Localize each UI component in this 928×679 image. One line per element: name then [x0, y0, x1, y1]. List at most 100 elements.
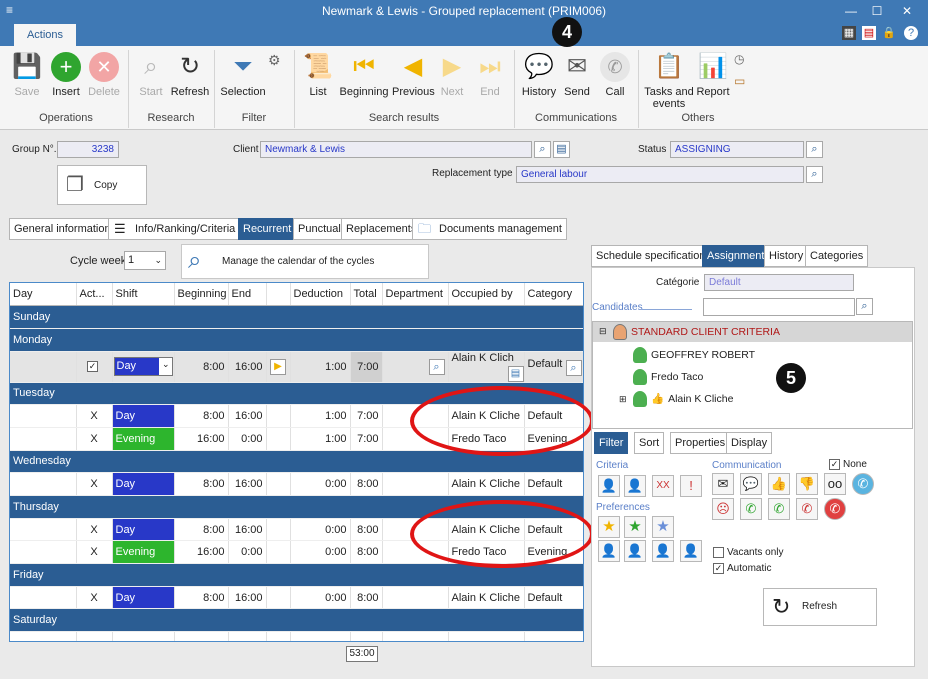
- subtab-sort[interactable]: Sort: [634, 432, 665, 454]
- person-red-icon[interactable]: 👤: [680, 540, 702, 562]
- criteria-person-green-icon[interactable]: 👤: [598, 475, 620, 497]
- col-total[interactable]: Total: [350, 283, 383, 307]
- selection-button[interactable]: ⏷ Selection: [220, 52, 266, 98]
- occupied-folder-icon[interactable]: ▤: [507, 365, 523, 382]
- tab-general-informations[interactable]: General informations: [9, 218, 122, 240]
- col-day[interactable]: Day: [10, 283, 77, 307]
- replacement-type-field[interactable]: General labour: [516, 166, 804, 183]
- filter-refresh-button[interactable]: ↻ Refresh: [763, 588, 877, 626]
- call-blue-icon[interactable]: ✆: [852, 473, 874, 495]
- tab-documents-management[interactable]: 🗀 Documents management: [412, 218, 567, 240]
- call-green-icon[interactable]: ✆: [740, 498, 762, 520]
- shift-select[interactable]: Day: [114, 358, 159, 376]
- client-search-icon[interactable]: ⌕: [534, 141, 551, 158]
- tab-actions[interactable]: Actions: [14, 24, 76, 46]
- maximize-button[interactable]: ☐: [866, 2, 888, 20]
- star-blue-icon[interactable]: ★: [652, 516, 674, 538]
- col-deduction[interactable]: Deduction: [290, 283, 351, 307]
- table-row[interactable]: X Day 8:00 16:00 0:00 8:00 Alain K Clich…: [10, 586, 583, 610]
- none-checkbox[interactable]: ✓ None: [829, 459, 867, 470]
- copy-button[interactable]: ❐ Copy: [57, 165, 147, 205]
- end-button[interactable]: ⏭ End: [474, 52, 506, 98]
- tab-info-ranking-criteria[interactable]: ☰ Info/Ranking/Criteria: [108, 218, 241, 240]
- call-button[interactable]: ✆ Call: [598, 52, 632, 98]
- tab-categories[interactable]: Categories: [805, 245, 869, 267]
- beginning-button[interactable]: ⏮ Beginning: [338, 52, 390, 98]
- client-field[interactable]: Newmark & Lewis: [260, 141, 532, 158]
- list-button[interactable]: 📜 List: [302, 52, 334, 98]
- tab-recurrent[interactable]: Recurrent: [238, 218, 297, 240]
- thumbs-down-icon[interactable]: 👎: [796, 473, 818, 495]
- delete-button[interactable]: ✕ Delete: [86, 52, 122, 98]
- help-icon[interactable]: ?: [904, 26, 918, 40]
- report-button[interactable]: 📊 Report: [696, 52, 730, 98]
- person-yellow-icon[interactable]: 👤: [652, 540, 674, 562]
- person-green-icon[interactable]: 👤: [624, 540, 646, 562]
- calendar-alert-icon[interactable]: !: [680, 475, 702, 497]
- subtab-filter[interactable]: Filter: [594, 432, 629, 454]
- star-green-icon[interactable]: ★: [624, 516, 646, 538]
- close-button[interactable]: ✕: [896, 2, 918, 20]
- sad-face-icon[interactable]: ☹: [712, 498, 734, 520]
- tab-replacements[interactable]: Replacements: [341, 218, 422, 240]
- tab-punctual[interactable]: Punctual: [293, 218, 346, 240]
- refresh-button[interactable]: ↻ Refresh: [170, 52, 210, 98]
- vacants-only-checkbox[interactable]: Vacants only: [713, 547, 784, 558]
- minimize-button[interactable]: —: [840, 2, 862, 20]
- categorie-field[interactable]: Default: [704, 274, 854, 291]
- col-active[interactable]: Act...: [76, 283, 113, 307]
- collapse-icon[interactable]: ⊟: [599, 326, 607, 337]
- group-no-field[interactable]: 3238: [57, 141, 119, 158]
- start-button[interactable]: ⌕ Start: [134, 52, 168, 98]
- tab-history[interactable]: History: [764, 245, 809, 267]
- call-red-icon[interactable]: ✆: [824, 498, 846, 520]
- subtab-properties[interactable]: Properties: [670, 432, 731, 454]
- send-button[interactable]: ✉ Send: [560, 52, 594, 98]
- filter-settings-gear-icon[interactable]: ⚙: [268, 52, 281, 69]
- criteria-person-red-icon[interactable]: 👤: [624, 475, 646, 497]
- tab-schedule-specifications[interactable]: Schedule specifications: [591, 245, 716, 267]
- call-check-icon[interactable]: ✆: [768, 498, 790, 520]
- candidate-alain[interactable]: 👍 Alain K Cliche: [633, 391, 733, 407]
- save-button[interactable]: 💾 Save: [10, 52, 44, 98]
- tab-assignment[interactable]: Assignment: [702, 245, 770, 267]
- col-occupied-by[interactable]: Occupied by: [448, 283, 525, 307]
- person-heart-icon[interactable]: 👤: [598, 540, 620, 562]
- table-row[interactable]: ✓ Day ⌄ 8:00 16:00 ▶ 1:00 7:00 ⌕ Alain K …: [10, 351, 583, 383]
- candidate-geoffrey[interactable]: GEOFFREY ROBERT: [633, 347, 755, 363]
- calendar-icon[interactable]: ▤: [862, 26, 876, 40]
- candidates-search-input[interactable]: [703, 298, 855, 316]
- tasks-events-button[interactable]: 📋 Tasks and events: [644, 52, 694, 110]
- replacement-type-search-icon[interactable]: ⌕: [806, 166, 823, 183]
- tree-root[interactable]: STANDARD CLIENT CRITERIA: [613, 324, 780, 340]
- expand-icon[interactable]: ⊞: [619, 394, 627, 405]
- col-department[interactable]: Department: [382, 283, 449, 307]
- table-row[interactable]: X Day 8:00 16:00 0:00 8:00 Alain K Clich…: [10, 472, 583, 496]
- calendar-xx-icon[interactable]: XX: [652, 475, 674, 497]
- history-button[interactable]: 💬 History: [520, 52, 558, 98]
- client-folder-icon[interactable]: ▤: [553, 141, 570, 158]
- lock-icon[interactable]: 🔒: [882, 26, 896, 40]
- star-yellow-icon[interactable]: ★: [598, 516, 620, 538]
- status-field[interactable]: ASSIGNING: [670, 141, 804, 158]
- cycle-week-select[interactable]: 1 ⌄: [124, 251, 166, 270]
- next-button[interactable]: ▶ Next: [436, 52, 468, 98]
- email-icon[interactable]: ✉: [712, 473, 734, 495]
- col-shift[interactable]: Shift: [112, 283, 175, 307]
- candidate-fredo[interactable]: Fredo Taco: [633, 369, 703, 385]
- inbox-icon[interactable]: ▭: [734, 74, 745, 88]
- chat-icon[interactable]: 💬: [740, 473, 762, 495]
- col-beginning[interactable]: Beginning: [174, 283, 229, 307]
- status-search-icon[interactable]: ⌕: [806, 141, 823, 158]
- department-search-icon[interactable]: ⌕: [428, 358, 445, 375]
- play-icon[interactable]: ▶: [270, 358, 286, 375]
- insert-button[interactable]: + Insert: [48, 52, 84, 98]
- calculator-icon[interactable]: ▦: [842, 26, 856, 40]
- active-checkbox[interactable]: ✓: [87, 361, 98, 373]
- category-search-icon[interactable]: ⌕: [565, 359, 582, 376]
- subtab-display[interactable]: Display: [726, 432, 773, 454]
- voicemail-icon[interactable]: oo: [824, 473, 846, 495]
- col-end[interactable]: End: [228, 283, 267, 307]
- previous-button[interactable]: ◀ Previous: [392, 52, 435, 98]
- thumbs-up-icon[interactable]: 👍: [768, 473, 790, 495]
